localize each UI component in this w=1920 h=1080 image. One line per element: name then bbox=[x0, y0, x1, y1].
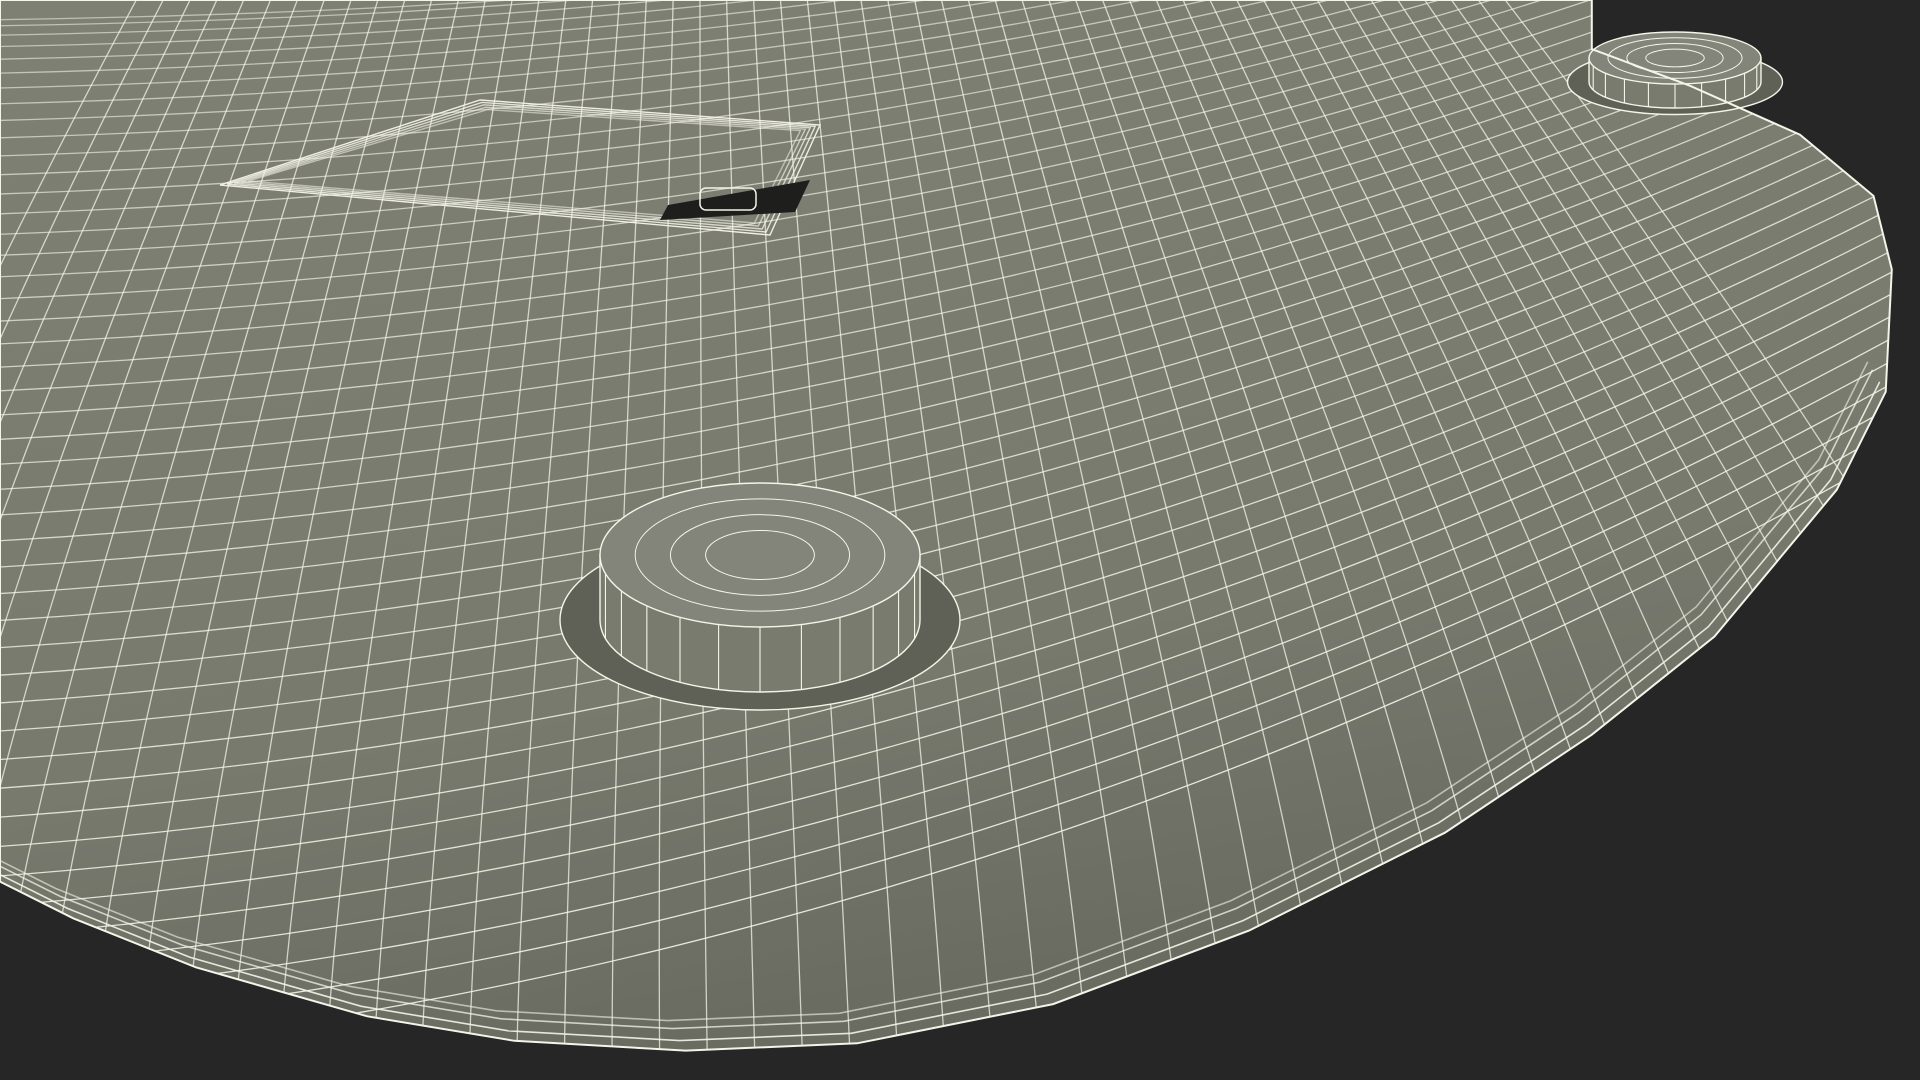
foot-top bbox=[599, 482, 921, 628]
rubber-foot-rear bbox=[1566, 31, 1784, 116]
wireframe-model bbox=[0, 0, 1893, 1052]
3d-viewport[interactable] bbox=[0, 0, 1920, 1080]
